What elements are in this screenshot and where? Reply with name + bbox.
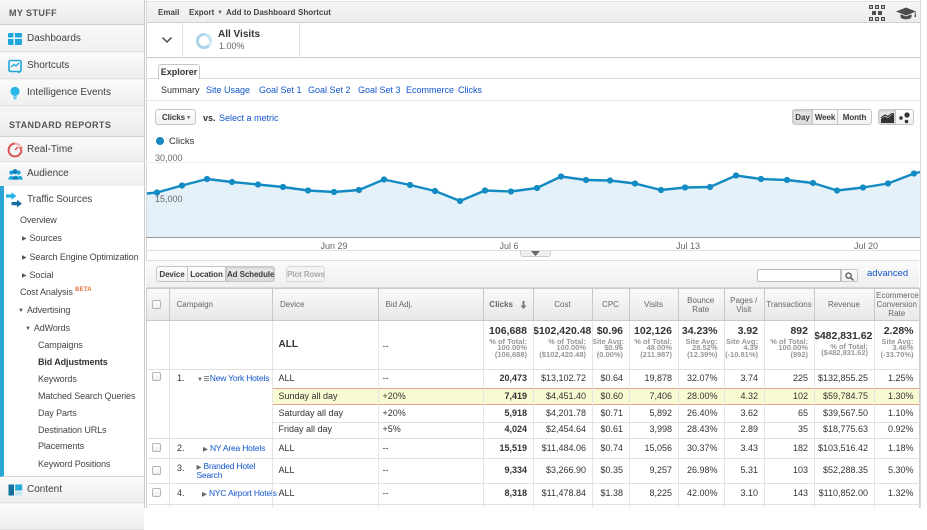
svg-text:15,000: 15,000 [155,194,183,204]
svg-text:Jun 29: Jun 29 [320,241,347,251]
svg-text:Jul 13: Jul 13 [676,241,700,251]
svg-text:Jul 6: Jul 6 [499,241,518,251]
svg-text:30,000: 30,000 [155,153,183,163]
svg-text:Jul 20: Jul 20 [854,241,878,251]
